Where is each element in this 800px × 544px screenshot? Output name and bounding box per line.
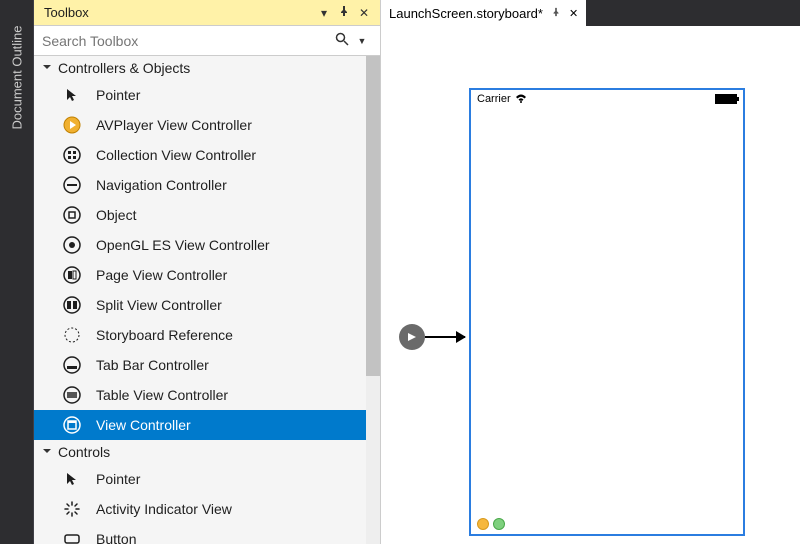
toolbox-item-opengl[interactable]: OpenGL ES View Controller [34,230,366,260]
search-dropdown-icon[interactable]: ▼ [352,36,372,46]
toolbox-scrollbar[interactable] [366,56,380,544]
button-icon [62,529,82,544]
toolbox-item-label: Activity Indicator View [96,501,232,517]
entry-point-icon [399,324,425,350]
toolbox-item-tabbar[interactable]: Tab Bar Controller [34,350,366,380]
group-label: Controls [58,444,110,460]
group-controls[interactable]: Controls [34,440,366,464]
toolbox-panel: Toolbox ▾ ✕ ▼ Controllers & Objects Poin… [34,0,381,544]
pointer-icon [62,469,82,489]
group-controllers-objects[interactable]: Controllers & Objects [34,56,366,80]
opengl-icon [62,235,82,255]
search-icon[interactable] [332,31,352,50]
view-controller-scene[interactable]: Carrier [469,88,745,536]
toolbox-item-pointer[interactable]: Pointer [34,80,366,110]
panel-pin-button[interactable] [334,5,354,20]
toolbox-search-input[interactable] [42,33,332,49]
toolbox-item-label: Button [96,531,136,544]
battery-icon [715,94,737,104]
toolbox-item-label: Navigation Controller [96,177,227,193]
tab-close-icon[interactable]: ✕ [569,7,578,20]
status-bar: Carrier [471,90,743,108]
pointer-icon [62,85,82,105]
toolbox-item-pointer[interactable]: Pointer [34,464,366,494]
toolbox-search-row: ▼ [34,26,380,56]
expand-arrow-icon [42,62,54,74]
panel-dropdown-button[interactable]: ▾ [314,6,334,20]
toolbox-item-button[interactable]: Button [34,524,366,544]
toolbox-item-object[interactable]: Object [34,200,366,230]
storyboard-editor: LaunchScreen.storyboard* ✕ Carrier [381,0,800,544]
expand-arrow-icon [42,446,54,458]
group-label: Controllers & Objects [58,60,190,76]
panel-close-button[interactable]: ✕ [354,6,374,20]
toolbox-item-avplayer[interactable]: AVPlayer View Controller [34,110,366,140]
document-outline-label: Document Outline [9,25,24,129]
carrier-label: Carrier [477,93,527,105]
object-icon [62,205,82,225]
toolbox-item-label: Storyboard Reference [96,327,233,343]
scene-footer-icons [477,518,505,530]
toolbox-header: Toolbox ▾ ✕ [34,0,380,26]
first-responder-icon [477,518,489,530]
tab-launchscreen[interactable]: LaunchScreen.storyboard* ✕ [381,0,586,26]
tab-label: LaunchScreen.storyboard* [389,6,543,21]
tableview-icon [62,385,82,405]
avplayer-icon [62,115,82,135]
toolbox-item-label: Pointer [96,471,140,487]
toolbox-item-label: Object [96,207,136,223]
editor-tabs: LaunchScreen.storyboard* ✕ [381,0,800,26]
toolbox-item-split[interactable]: Split View Controller [34,290,366,320]
pageview-icon [62,265,82,285]
wifi-icon [515,94,527,104]
toolbox-item-tableview[interactable]: Table View Controller [34,380,366,410]
toolbox-item-storyboardref[interactable]: Storyboard Reference [34,320,366,350]
split-icon [62,295,82,315]
activity-icon [62,499,82,519]
toolbox-item-label: AVPlayer View Controller [96,117,252,133]
toolbox-tree: Controllers & Objects Pointer AVPlayer Vi… [34,56,380,544]
toolbox-item-label: Pointer [96,87,140,103]
toolbox-item-label: Tab Bar Controller [96,357,209,373]
tabbar-icon [62,355,82,375]
entry-point-arrow[interactable] [399,324,465,350]
entry-arrow-line [425,336,465,338]
tab-pin-icon[interactable] [551,7,561,20]
storyboard-canvas[interactable]: Carrier [381,26,800,544]
toolbox-item-label: View Controller [96,417,191,433]
toolbox-item-pageview[interactable]: Page View Controller [34,260,366,290]
toolbox-item-activity[interactable]: Activity Indicator View [34,494,366,524]
toolbox-item-collection[interactable]: Collection View Controller [34,140,366,170]
toolbox-item-viewcontroller[interactable]: View Controller [34,410,366,440]
toolbox-item-label: OpenGL ES View Controller [96,237,270,253]
toolbox-item-navigation[interactable]: Navigation Controller [34,170,366,200]
scrollbar-thumb[interactable] [366,56,380,376]
toolbox-title: Toolbox [44,5,314,20]
toolbox-item-label: Table View Controller [96,387,228,403]
storyboardref-icon [62,325,82,345]
navigation-icon [62,175,82,195]
toolbox-item-label: Page View Controller [96,267,227,283]
toolbox-item-label: Split View Controller [96,297,222,313]
toolbox-item-label: Collection View Controller [96,147,256,163]
document-outline-tab[interactable]: Document Outline [0,0,34,544]
collection-icon [62,145,82,165]
viewcontroller-icon [62,415,82,435]
exit-icon [493,518,505,530]
